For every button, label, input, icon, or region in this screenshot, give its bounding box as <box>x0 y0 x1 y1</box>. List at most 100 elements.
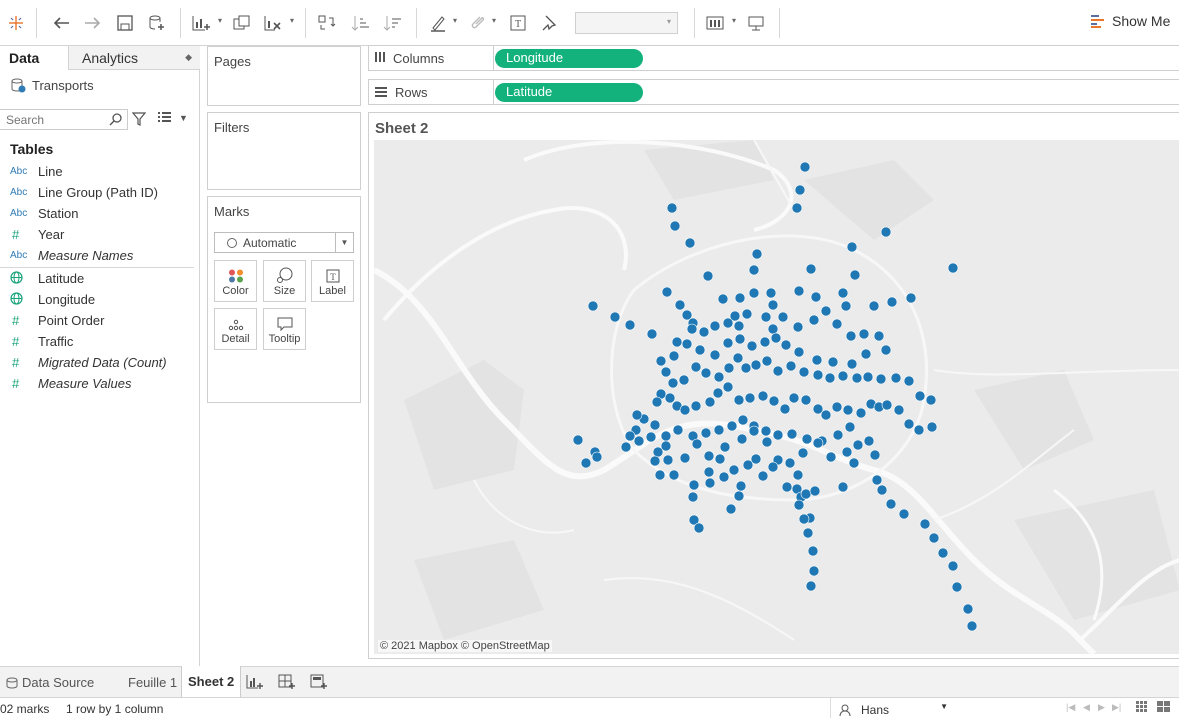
station-point[interactable] <box>767 323 779 335</box>
station-point[interactable] <box>768 395 780 407</box>
station-point[interactable] <box>668 469 680 481</box>
station-point[interactable] <box>947 560 959 572</box>
fit-dropdown[interactable]: ▾ <box>575 12 678 34</box>
station-point[interactable] <box>760 425 772 437</box>
show-me-button[interactable]: Show Me <box>1090 13 1170 29</box>
station-point[interactable] <box>733 320 745 332</box>
station-point[interactable] <box>709 349 721 361</box>
station-point[interactable] <box>809 485 821 497</box>
station-point[interactable] <box>761 355 773 367</box>
station-point[interactable] <box>746 340 758 352</box>
station-point[interactable] <box>811 354 823 366</box>
station-point[interactable] <box>779 403 791 415</box>
station-point[interactable] <box>703 450 715 462</box>
station-point[interactable] <box>757 470 769 482</box>
station-point[interactable] <box>880 344 892 356</box>
station-point[interactable] <box>827 356 839 368</box>
station-point[interactable] <box>913 424 925 436</box>
station-point[interactable] <box>780 339 792 351</box>
swap-icon[interactable] <box>314 10 340 36</box>
station-point[interactable] <box>713 371 725 383</box>
station-point[interactable] <box>875 373 887 385</box>
station-point[interactable] <box>772 365 784 377</box>
station-point[interactable] <box>937 547 949 559</box>
station-point[interactable] <box>890 372 902 384</box>
station-point[interactable] <box>735 480 747 492</box>
station-point[interactable] <box>800 488 812 500</box>
station-point[interactable] <box>846 241 858 253</box>
station-point[interactable] <box>664 392 676 404</box>
station-point[interactable] <box>820 305 832 317</box>
station-point[interactable] <box>726 420 738 432</box>
station-point[interactable] <box>609 311 621 323</box>
station-point[interactable] <box>765 287 777 299</box>
station-point[interactable] <box>807 545 819 557</box>
station-point[interactable] <box>717 293 729 305</box>
field-traffic[interactable]: # Traffic <box>10 331 73 352</box>
station-point[interactable] <box>802 527 814 539</box>
station-point[interactable] <box>649 419 661 431</box>
station-point[interactable] <box>808 565 820 577</box>
station-point[interactable] <box>799 161 811 173</box>
show-cards-icon[interactable] <box>703 10 729 36</box>
station-point[interactable] <box>736 433 748 445</box>
station-point[interactable] <box>686 323 698 335</box>
station-point[interactable] <box>734 333 746 345</box>
station-point[interactable] <box>820 409 832 421</box>
station-point[interactable] <box>810 291 822 303</box>
station-point[interactable] <box>624 319 636 331</box>
station-point[interactable] <box>824 372 836 384</box>
color-button[interactable]: Color <box>214 260 257 302</box>
search-box[interactable] <box>0 109 128 130</box>
station-point[interactable] <box>966 620 978 632</box>
station-point[interactable] <box>862 371 874 383</box>
station-point[interactable] <box>748 264 760 276</box>
station-point[interactable] <box>903 375 915 387</box>
station-point[interactable] <box>694 344 706 356</box>
field-migrated-data[interactable]: # Migrated Data (Count) <box>10 352 167 373</box>
station-point[interactable] <box>591 451 603 463</box>
station-point[interactable] <box>660 430 672 442</box>
station-point[interactable] <box>928 532 940 544</box>
tableau-logo-icon[interactable] <box>3 10 29 36</box>
prev-sheet-icon[interactable]: ◀ <box>1083 702 1090 713</box>
station-point[interactable] <box>855 407 867 419</box>
grid-view-icon[interactable] <box>1136 701 1148 716</box>
station-point[interactable] <box>649 455 661 467</box>
field-measure-values[interactable]: # Measure Values <box>10 373 131 394</box>
station-point[interactable] <box>860 348 872 360</box>
label-icon[interactable]: T <box>505 10 531 36</box>
station-point[interactable] <box>722 337 734 349</box>
field-line[interactable]: Abc Line <box>10 161 63 182</box>
station-point[interactable] <box>718 471 730 483</box>
station-point[interactable] <box>832 429 844 441</box>
station-point[interactable] <box>760 311 772 323</box>
station-point[interactable] <box>914 390 926 402</box>
sort-ascending-icon[interactable] <box>348 10 374 36</box>
station-point[interactable] <box>863 435 875 447</box>
map-attribution[interactable]: © 2021 Mapbox © OpenStreetMap <box>378 640 552 652</box>
datasource-item[interactable]: Transports <box>10 77 94 93</box>
filter-icon[interactable] <box>131 112 147 129</box>
station-point[interactable] <box>690 400 702 412</box>
station-point[interactable] <box>761 436 773 448</box>
station-point[interactable] <box>849 269 861 281</box>
station-point[interactable] <box>712 387 724 399</box>
station-point[interactable] <box>825 451 837 463</box>
station-point[interactable] <box>723 362 735 374</box>
station-point[interactable] <box>633 435 645 447</box>
station-point[interactable] <box>962 603 974 615</box>
station-point[interactable] <box>848 457 860 469</box>
station-point[interactable] <box>687 491 699 503</box>
station-point[interactable] <box>777 311 789 323</box>
first-sheet-icon[interactable]: |◀ <box>1066 702 1075 713</box>
pages-card[interactable]: Pages <box>207 46 361 106</box>
new-worksheet-icon[interactable] <box>246 674 266 692</box>
filmstrip-view-icon[interactable] <box>1157 701 1171 716</box>
next-sheet-icon[interactable]: ▶ <box>1098 702 1105 713</box>
station-point[interactable] <box>587 300 599 312</box>
station-point[interactable] <box>690 361 702 373</box>
field-line-group[interactable]: Abc Line Group (Path ID) <box>10 182 158 203</box>
station-point[interactable] <box>651 396 663 408</box>
station-point[interactable] <box>793 346 805 358</box>
